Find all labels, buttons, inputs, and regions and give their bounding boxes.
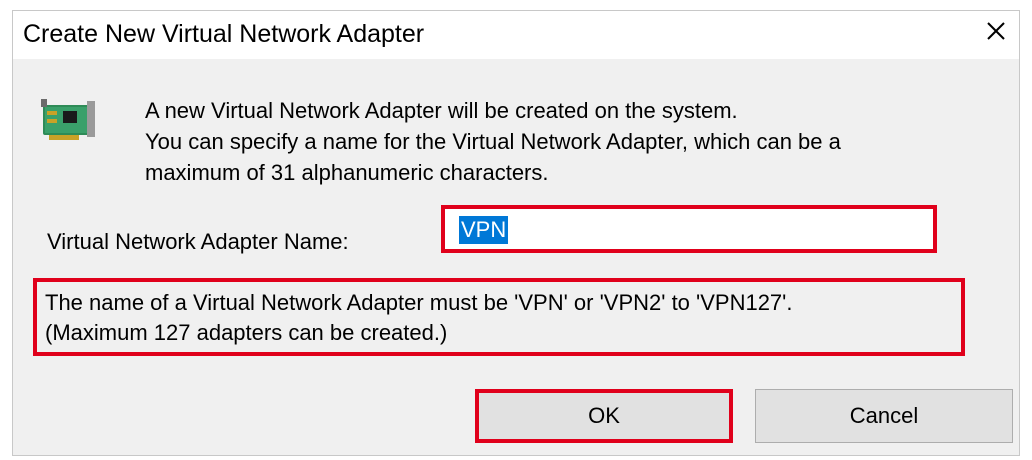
ok-button[interactable]: OK xyxy=(475,389,733,443)
adapter-name-input[interactable] xyxy=(459,215,921,243)
close-button[interactable] xyxy=(973,11,1019,51)
title-bar: Create New Virtual Network Adapter xyxy=(13,11,1019,59)
info-line: A new Virtual Network Adapter will be cr… xyxy=(145,98,738,123)
info-text: A new Virtual Network Adapter will be cr… xyxy=(145,95,841,188)
naming-rule-highlight: The name of a Virtual Network Adapter mu… xyxy=(33,278,965,356)
info-line: You can specify a name for the Virtual N… xyxy=(145,129,841,154)
rule-line: (Maximum 127 adapters can be created.) xyxy=(45,320,448,345)
dialog-body: A new Virtual Network Adapter will be cr… xyxy=(13,59,1019,455)
cancel-button[interactable]: Cancel xyxy=(755,389,1013,443)
adapter-name-field-highlight: VPN xyxy=(441,205,937,253)
create-virtual-adapter-dialog: Create New Virtual Network Adapter A new… xyxy=(12,10,1020,456)
adapter-name-label: Virtual Network Adapter Name: xyxy=(47,229,349,254)
rule-line: The name of a Virtual Network Adapter mu… xyxy=(45,290,793,315)
naming-rule-text: The name of a Virtual Network Adapter mu… xyxy=(45,288,792,348)
window-title: Create New Virtual Network Adapter xyxy=(23,20,425,48)
close-icon xyxy=(987,22,1005,40)
network-adapter-icon xyxy=(41,99,95,140)
info-line: maximum of 31 alphanumeric characters. xyxy=(145,160,549,185)
